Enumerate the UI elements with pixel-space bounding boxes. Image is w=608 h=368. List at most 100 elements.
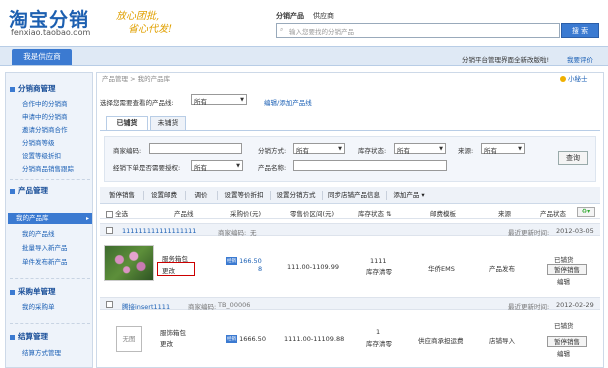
status-badge: 已铺货	[554, 322, 574, 330]
square-icon	[10, 188, 15, 194]
arrow-right-icon: ▸	[85, 215, 89, 222]
status-badge: 已铺货	[554, 256, 574, 264]
sync-store-button[interactable]: 同步店铺产品信息	[324, 190, 384, 201]
row-checkbox[interactable]	[106, 226, 113, 234]
col-shipping-template: 邮费模板	[430, 210, 456, 218]
divider	[143, 191, 144, 200]
sidebar-section-distributors[interactable]: 分销商管理	[10, 83, 56, 94]
refresh-icon[interactable]: ♻▾	[577, 207, 595, 217]
col-product-status: 产品状态	[540, 210, 566, 218]
slogan-line-1: 放心团批,	[116, 11, 160, 22]
update-date: 2012-02-29	[556, 301, 594, 309]
product-line-select[interactable]: 所有	[191, 94, 247, 106]
sidebar-item[interactable]: 批量导入新产品	[22, 242, 68, 252]
row-checkbox[interactable]	[106, 300, 113, 308]
stock-status-select[interactable]: 所有	[394, 143, 446, 155]
sidebar-item[interactable]: 分销商等级	[22, 137, 55, 147]
product-image[interactable]	[104, 245, 154, 281]
search-input[interactable]: ⌕ 输入您要找的分销产品	[276, 23, 560, 38]
clear-stock-link[interactable]: 库存清零	[366, 338, 392, 348]
divider	[386, 191, 387, 200]
sidebar-section-products[interactable]: 产品管理	[10, 185, 48, 196]
col-stock-status[interactable]: 库存状态 ⇅	[358, 208, 392, 218]
edit-product-line-link[interactable]: 编辑/添加产品线	[264, 97, 312, 107]
sidebar-item[interactable]: 合作中的分销商	[22, 98, 68, 108]
pause-sale-row-button[interactable]: 暂停销售	[547, 336, 587, 347]
auth-select[interactable]: 所有	[191, 160, 243, 172]
slogan: 放心团批, 省心代发!	[116, 10, 172, 36]
clear-stock-link[interactable]: 库存清零	[366, 266, 392, 276]
product-name-input[interactable]	[293, 160, 447, 171]
sidebar-item[interactable]: 分销商品销售跟踪	[22, 163, 74, 173]
divider	[217, 191, 218, 200]
stock-value: 1111	[370, 257, 387, 265]
search-icon: ⌕	[280, 26, 284, 33]
product-line-label: 选择您需要查看的产品线:	[100, 99, 174, 107]
auth-label: 经销下单是否需要授权:	[113, 164, 181, 172]
search-button[interactable]: 搜 索	[561, 23, 599, 38]
sidebar-item[interactable]: 单件发布新产品	[22, 256, 68, 266]
query-button[interactable]: 查询	[558, 151, 588, 165]
group-name[interactable]: 腾接insert1111	[122, 301, 170, 311]
breadcrumb: 产品管理 > 我的产品库	[102, 75, 171, 83]
pause-sale-button[interactable]: 暂停销售	[104, 190, 140, 201]
sidebar-item-my-products[interactable]: 我的产品库 ▸	[8, 213, 92, 224]
sidebar-item[interactable]: 我的产品线	[22, 228, 55, 238]
sidebar-section-purchase[interactable]: 采购单管理	[10, 286, 56, 297]
update-date: 2012-03-05	[556, 227, 594, 235]
product-line-value: 服饰箱包	[160, 329, 186, 337]
divider	[10, 323, 90, 324]
no-image-placeholder: 无图	[116, 326, 142, 352]
pause-sale-row-button[interactable]: 暂停销售	[547, 264, 587, 275]
adjust-price-button[interactable]: 调价	[188, 190, 214, 201]
sidebar-item[interactable]: 我的采购单	[22, 301, 55, 311]
tab-listed[interactable]: 已铺货	[106, 116, 148, 130]
divider	[10, 179, 90, 180]
change-link[interactable]: 更改	[160, 338, 173, 348]
shipping-template: 供应商承担运费	[418, 337, 464, 345]
square-icon	[10, 289, 15, 295]
group-code: 无	[250, 229, 257, 237]
product-name-label: 产品名称:	[258, 164, 287, 172]
sidebar-item[interactable]: 申请中的分销商	[22, 111, 68, 121]
change-link[interactable]: 更改	[162, 265, 175, 275]
search-tab-suppliers[interactable]: 供应商	[313, 11, 334, 21]
toolbar: 暂停销售 设置邮费 调价 设置等价折扣 设置分销方式 同步店铺产品信息 添加产品…	[100, 187, 600, 204]
source-select[interactable]: 所有	[481, 143, 525, 155]
tab-unlisted[interactable]: 未铺货	[150, 116, 186, 130]
dist-method-select[interactable]: 所有	[293, 143, 345, 155]
edit-link[interactable]: 编辑	[557, 276, 570, 286]
sidebar-item[interactable]: 设置等级折扣	[22, 150, 61, 160]
shipping-template[interactable]: 华侨EMS	[428, 263, 455, 273]
add-product-button[interactable]: 添加产品 ▾	[388, 190, 430, 201]
product-code-label: 商家编码:	[113, 147, 142, 155]
logo-url: fenxiao.taobao.com	[11, 28, 91, 37]
search-tab-products[interactable]: 分销产品	[276, 11, 304, 21]
divider	[322, 191, 323, 200]
stock-status-label: 库存状态:	[358, 147, 387, 155]
set-discount-button[interactable]: 设置等价折扣	[220, 190, 268, 201]
product-code-input[interactable]	[149, 143, 242, 154]
source-value: 产品发布	[489, 265, 515, 273]
select-all[interactable]: 全选	[106, 208, 128, 218]
help-link[interactable]: 小秘士	[560, 73, 588, 83]
divider	[185, 191, 186, 200]
dist-method-label: 分销方式:	[258, 147, 287, 155]
sidebar-item[interactable]: 邀请分销商合作	[22, 124, 68, 134]
group-name[interactable]: 111111111111111111	[122, 227, 196, 235]
set-shipping-button[interactable]: 设置邮费	[146, 190, 182, 201]
product-group-header: 腾接insert1111 商家编码: TB_00006 最近更新时间: 2012…	[100, 297, 600, 311]
purchase-price-extra: 8	[258, 265, 263, 273]
sidebar-item[interactable]: 结算方式管理	[22, 347, 61, 357]
set-dist-method-button[interactable]: 设置分销方式	[272, 190, 320, 201]
sidebar-section-settlement[interactable]: 结算管理	[10, 331, 48, 342]
checkbox[interactable]	[106, 210, 113, 218]
nav-supplier-home[interactable]: 我是供应商	[12, 49, 72, 65]
nav-feedback-link[interactable]: 我要评价	[567, 54, 593, 64]
divider	[10, 278, 90, 279]
square-icon	[10, 86, 15, 92]
edit-link[interactable]: 编辑	[557, 348, 570, 358]
col-purchase-price: 采购价(元)	[230, 210, 262, 218]
square-icon	[10, 334, 15, 340]
update-label: 最近更新时间:	[508, 303, 550, 311]
